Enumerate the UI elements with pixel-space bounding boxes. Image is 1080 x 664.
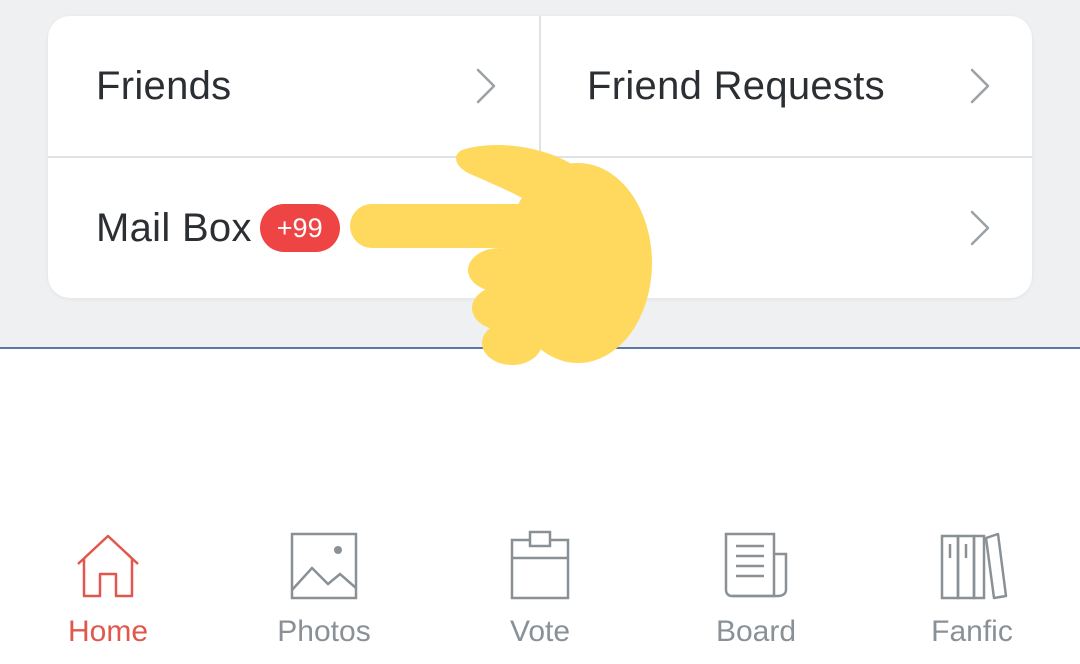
chevron-right-icon <box>970 210 990 246</box>
newspaper-icon <box>724 532 788 598</box>
chevron-right-icon <box>476 68 496 104</box>
nav-home[interactable]: Home <box>0 520 216 664</box>
nav-photos-label: Photos <box>277 615 371 648</box>
friends-label: Friends <box>96 63 232 108</box>
friend-requests-label: Friend Requests <box>587 63 885 108</box>
mailbox-label: Mail Box <box>96 205 252 250</box>
nav-vote-label: Vote <box>509 615 571 648</box>
nav-vote[interactable]: Vote <box>432 520 648 664</box>
friend-requests-item[interactable]: Friend Requests <box>541 16 1032 156</box>
friends-item[interactable]: Friends <box>48 16 540 156</box>
bottom-navigation: Home Photos Vote Board Fanfic <box>0 520 1080 664</box>
unread-count-badge: +99 <box>259 204 340 252</box>
home-icon <box>77 534 139 598</box>
nav-board-label: Board <box>715 615 797 648</box>
nav-fanfic[interactable]: Fanfic <box>864 520 1080 664</box>
nav-board[interactable]: Board <box>648 520 864 664</box>
nav-photos[interactable]: Photos <box>216 520 432 664</box>
chevron-right-icon <box>970 68 990 104</box>
clipboard-icon <box>510 530 570 600</box>
books-icon <box>940 532 1008 600</box>
nav-fanfic-label: Fanfic <box>931 615 1013 648</box>
photo-icon <box>290 532 358 600</box>
nav-home-label: Home <box>67 615 149 648</box>
pointing-hand-icon <box>350 145 652 365</box>
